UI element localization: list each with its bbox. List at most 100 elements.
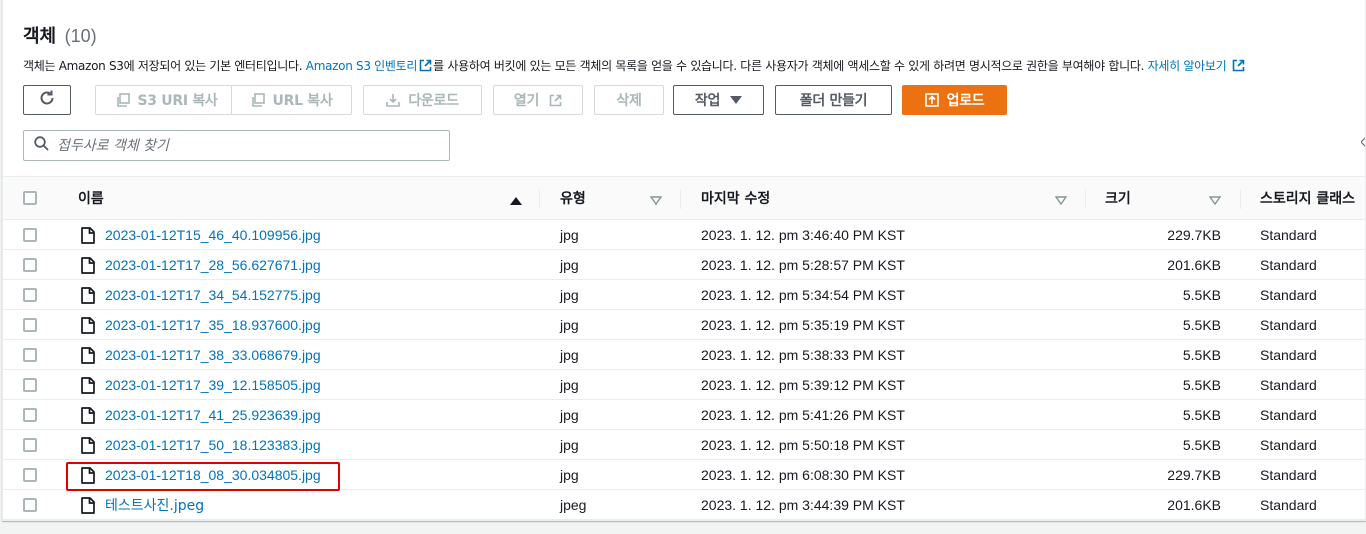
table-row[interactable]: 2023-01-12T17_41_25.923639.jpg jpg 2023. 1… xyxy=(3,400,1365,430)
column-header-name[interactable]: 이름 xyxy=(78,177,104,219)
object-size: 201.6KB xyxy=(1167,497,1221,513)
learn-more-link[interactable]: 자세히 알아보기 xyxy=(1148,59,1246,73)
objects-table: 이름 유형 마지막 수정 크기 스토리지 클래스 2023-01-12T15_4… xyxy=(3,176,1365,520)
object-name-link[interactable]: 2023-01-12T17_28_56.627671.jpg xyxy=(105,257,321,273)
table-row[interactable]: 2023-01-12T17_28_56.627671.jpg jpg 2023. 1… xyxy=(3,250,1365,280)
sort-caret-icon[interactable] xyxy=(1208,193,1222,211)
column-divider[interactable] xyxy=(1240,189,1241,209)
file-icon xyxy=(81,226,95,244)
object-name-cell: 2023-01-12T15_46_40.109956.jpg xyxy=(81,220,321,250)
object-name-link[interactable]: 2023-01-12T17_39_12.158505.jpg xyxy=(105,377,321,393)
object-storage-class: Standard xyxy=(1260,347,1317,363)
actions-dropdown[interactable]: 작업 xyxy=(673,85,764,115)
row-checkbox[interactable] xyxy=(23,400,37,430)
object-name-cell: 2023-01-12T17_38_33.068679.jpg xyxy=(81,340,321,370)
page-title: 객체 xyxy=(23,26,57,47)
table-row[interactable]: 2023-01-12T17_39_12.158505.jpg jpg 2023. 1… xyxy=(3,370,1365,400)
description: 객체는 Amazon S3에 저장되어 있는 기본 엔터티입니다. Amazon… xyxy=(23,57,1246,74)
copy-s3-uri-button[interactable]: S3 URI 복사 xyxy=(95,85,238,115)
object-name-link[interactable]: 테스트사진.jpeg xyxy=(105,495,204,515)
select-all-checkbox[interactable] xyxy=(23,177,37,219)
table-body: 2023-01-12T15_46_40.109956.jpg jpg 2023. 1… xyxy=(3,220,1365,520)
download-icon xyxy=(386,93,401,107)
object-storage-class: Standard xyxy=(1260,377,1317,393)
search-input[interactable] xyxy=(57,137,437,154)
object-name-link[interactable]: 2023-01-12T17_34_54.152775.jpg xyxy=(105,287,321,303)
column-header-size[interactable]: 크기 xyxy=(1105,177,1131,219)
column-divider[interactable] xyxy=(680,189,681,209)
column-header-storage-class[interactable]: 스토리지 클래스 xyxy=(1260,177,1355,219)
copy-icon xyxy=(251,93,265,107)
table-row[interactable]: 2023-01-12T17_35_18.937600.jpg jpg 2023. 1… xyxy=(3,310,1365,340)
row-checkbox[interactable] xyxy=(23,220,37,250)
object-size: 5.5KB xyxy=(1182,317,1221,333)
create-folder-button[interactable]: 폴더 만들기 xyxy=(775,85,892,115)
table-row[interactable]: 2023-01-12T17_38_33.068679.jpg jpg 2023. 1… xyxy=(3,340,1365,370)
row-checkbox[interactable] xyxy=(23,310,37,340)
panel-header: 객체 (10) xyxy=(23,22,97,48)
table-row[interactable]: 테스트사진.jpeg jpeg 2023. 1. 12. pm 3:44:39 PM… xyxy=(3,490,1365,520)
upload-button[interactable]: 업로드 xyxy=(902,85,1007,115)
description-text: 객체는 Amazon S3에 저장되어 있는 기본 엔터티입니다. xyxy=(23,59,306,73)
file-icon xyxy=(81,466,95,484)
object-name-link[interactable]: 2023-01-12T17_38_33.068679.jpg xyxy=(105,347,321,363)
object-storage-class: Standard xyxy=(1260,467,1317,483)
description-text-2: 를 사용하여 버킷에 있는 모든 객체의 목록을 얻을 수 있습니다. 다른 사… xyxy=(433,59,1148,73)
open-button[interactable]: 열기 xyxy=(493,85,583,115)
object-name-cell: 2023-01-12T17_39_12.158505.jpg xyxy=(81,370,321,400)
object-name-link[interactable]: 2023-01-12T17_41_25.923639.jpg xyxy=(105,407,321,423)
object-last-modified: 2023. 1. 12. pm 5:39:12 PM KST xyxy=(701,377,905,393)
object-name-cell: 2023-01-12T17_41_25.923639.jpg xyxy=(81,400,321,430)
object-name-link[interactable]: 2023-01-12T17_35_18.937600.jpg xyxy=(105,317,321,333)
file-icon xyxy=(81,316,95,334)
sort-ascending-icon[interactable] xyxy=(510,193,522,211)
object-size: 201.6KB xyxy=(1167,257,1221,273)
table-row[interactable]: 2023-01-12T15_46_40.109956.jpg jpg 2023. 1… xyxy=(3,220,1365,250)
object-name-link[interactable]: 2023-01-12T18_08_30.034805.jpg xyxy=(105,467,321,483)
object-count: (10) xyxy=(64,26,97,46)
column-header-type[interactable]: 유형 xyxy=(560,177,586,219)
file-icon xyxy=(81,376,95,394)
row-checkbox[interactable] xyxy=(23,430,37,460)
table-row[interactable]: 2023-01-12T17_34_54.152775.jpg jpg 2023. 1… xyxy=(3,280,1365,310)
object-type: jpg xyxy=(560,377,579,393)
object-type: jpg xyxy=(560,227,579,243)
upload-label: 업로드 xyxy=(946,93,985,109)
open-label: 열기 xyxy=(513,93,540,109)
column-divider[interactable] xyxy=(1085,189,1086,209)
object-last-modified: 2023. 1. 12. pm 5:50:18 PM KST xyxy=(701,437,905,453)
row-checkbox[interactable] xyxy=(23,370,37,400)
row-checkbox[interactable] xyxy=(23,460,37,490)
object-name-cell: 2023-01-12T17_35_18.937600.jpg xyxy=(81,310,321,340)
object-name-link[interactable]: 2023-01-12T17_50_18.123383.jpg xyxy=(105,437,321,453)
copy-icon xyxy=(116,93,130,107)
learn-more-label: 자세히 알아보기 xyxy=(1147,59,1227,73)
inventory-link[interactable]: Amazon S3 인벤토리 xyxy=(306,59,433,73)
row-checkbox[interactable] xyxy=(23,340,37,370)
search-box[interactable] xyxy=(23,130,450,161)
delete-button[interactable]: 삭제 xyxy=(594,85,664,115)
object-name-link[interactable]: 2023-01-12T15_46_40.109956.jpg xyxy=(105,227,321,243)
table-row[interactable]: 2023-01-12T17_50_18.123383.jpg jpg 2023. 1… xyxy=(3,430,1365,460)
resize-handle-icon[interactable] xyxy=(1360,135,1365,147)
object-type: jpg xyxy=(560,437,579,453)
copy-url-button[interactable]: URL 복사 xyxy=(231,85,352,115)
file-icon xyxy=(81,346,95,364)
object-name-cell: 2023-01-12T17_28_56.627671.jpg xyxy=(81,250,321,280)
upload-icon xyxy=(924,93,939,107)
object-type: jpg xyxy=(560,347,579,363)
table-row[interactable]: 2023-01-12T18_08_30.034805.jpg jpg 2023. 1… xyxy=(3,460,1365,490)
column-header-modified[interactable]: 마지막 수정 xyxy=(701,177,770,219)
refresh-button[interactable] xyxy=(23,85,71,115)
column-divider[interactable] xyxy=(539,189,540,209)
object-storage-class: Standard xyxy=(1260,407,1317,423)
row-checkbox[interactable] xyxy=(23,280,37,310)
row-checkbox[interactable] xyxy=(23,250,37,280)
create-folder-label: 폴더 만들기 xyxy=(799,93,868,109)
download-button[interactable]: 다운로드 xyxy=(363,85,482,115)
object-name-cell: 2023-01-12T18_08_30.034805.jpg xyxy=(81,460,321,490)
file-icon xyxy=(81,436,95,454)
row-checkbox[interactable] xyxy=(23,490,37,520)
sort-caret-icon[interactable] xyxy=(1054,193,1068,211)
sort-caret-icon[interactable] xyxy=(649,193,663,211)
